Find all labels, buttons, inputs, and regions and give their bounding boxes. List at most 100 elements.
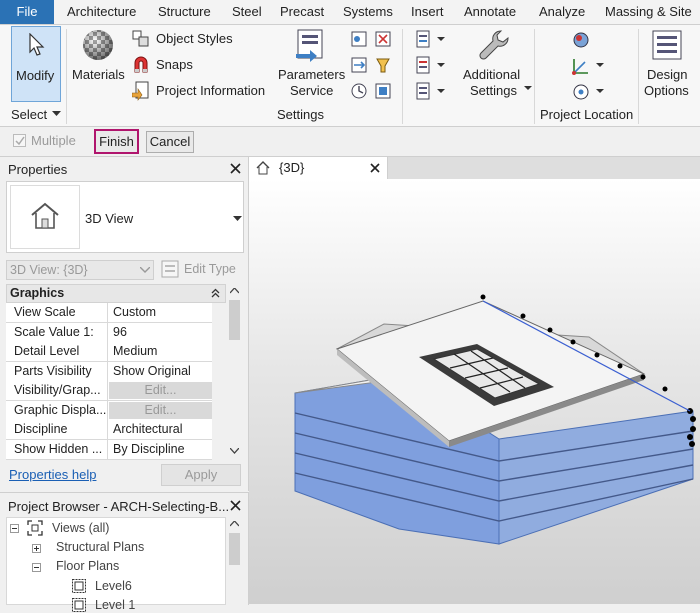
magnet-icon: [134, 56, 148, 73]
options-bar: Multiple Finish Cancel: [0, 127, 700, 157]
parameters-service-label-2: Service: [290, 83, 334, 98]
view-tab-3d[interactable]: {3D}: [249, 157, 388, 179]
panel-schedule-icon[interactable]: [414, 56, 432, 74]
transfer-standards-icon[interactable]: [350, 56, 368, 74]
tab-analyze[interactable]: Analyze: [539, 0, 585, 24]
property-row-visibility-graphics[interactable]: Visibility/Grap... Edit...: [6, 381, 212, 401]
tree-item-level6[interactable]: Level6: [95, 579, 132, 593]
chevron-down-icon[interactable]: [437, 63, 445, 68]
3d-model-canvas[interactable]: [249, 179, 700, 604]
location-icon[interactable]: [571, 30, 591, 50]
instance-selector[interactable]: 3D View: {3D}: [6, 260, 154, 280]
close-icon[interactable]: [230, 500, 241, 511]
design-options-icon: [652, 30, 682, 60]
object-styles-icon: [132, 30, 149, 47]
tab-massing-site[interactable]: Massing & Site: [605, 0, 692, 24]
tree-item-level-1[interactable]: Level 1: [95, 598, 135, 612]
tab-structure[interactable]: Structure: [158, 0, 211, 24]
ribbon-tab-bar: File Architecture Structure Steel Precas…: [0, 0, 700, 25]
parameters-service-button[interactable]: Parameters Service: [276, 26, 345, 102]
collapse-box-icon[interactable]: [32, 563, 41, 572]
property-row-graphic-display[interactable]: Graphic Displa... Edit...: [6, 401, 212, 421]
property-name: Scale Value 1:: [6, 323, 108, 342]
tab-insert[interactable]: Insert: [411, 0, 444, 24]
collapse-box-icon[interactable]: [10, 524, 19, 533]
type-selector[interactable]: 3D View: [6, 181, 244, 253]
finish-button[interactable]: Finish: [94, 129, 139, 154]
3d-viewport[interactable]: [249, 179, 700, 604]
property-row-show-hidden[interactable]: Show Hidden ... By Discipline: [6, 440, 212, 460]
project-parameters-icon[interactable]: [414, 30, 432, 48]
edit-type-button[interactable]: Edit Type: [184, 262, 236, 276]
tree-item-floor-plans[interactable]: Floor Plans: [56, 559, 119, 573]
graphics-group-header[interactable]: Graphics: [6, 284, 226, 303]
parameters-service-icon: [296, 29, 323, 62]
close-icon[interactable]: [230, 163, 241, 174]
visibility-graphics-edit-button[interactable]: Edit...: [109, 382, 212, 399]
divider: [402, 29, 403, 124]
property-name: Show Hidden ...: [6, 440, 108, 459]
property-row-view-scale[interactable]: View Scale Custom: [6, 303, 212, 323]
scroll-up-icon: [230, 521, 239, 527]
properties-panel: Properties 3D View 3D View: {3D} Edit Ty…: [0, 157, 249, 491]
properties-scrollbar[interactable]: [227, 284, 242, 459]
tab-architecture[interactable]: Architecture: [67, 0, 136, 24]
close-icon[interactable]: [370, 163, 380, 173]
project-information-label: Project Information: [156, 83, 266, 98]
snaps-button[interactable]: Snaps: [132, 55, 272, 75]
object-styles-button[interactable]: Object Styles: [132, 29, 272, 49]
purge-unused-icon[interactable]: [374, 56, 392, 74]
additional-settings-button[interactable]: Additional Settings: [460, 26, 532, 102]
materials-button[interactable]: Materials: [70, 26, 126, 102]
property-name: Visibility/Grap...: [6, 381, 108, 400]
chevron-down-icon[interactable]: [596, 63, 604, 68]
shared-parameters-icon[interactable]: [350, 30, 368, 48]
select-dropdown[interactable]: Select: [11, 107, 47, 122]
cancel-button[interactable]: Cancel: [146, 131, 194, 153]
project-information-button[interactable]: Project Information: [132, 81, 274, 101]
position-icon[interactable]: [571, 82, 591, 102]
multiple-label: Multiple: [31, 133, 76, 148]
divider: [638, 29, 639, 124]
scrollbar-thumb[interactable]: [229, 300, 240, 340]
design-options-label-1: Design: [647, 67, 688, 82]
property-row-scale-value[interactable]: Scale Value 1: 96: [6, 323, 212, 343]
modify-button[interactable]: Modify: [11, 26, 61, 102]
tab-steel[interactable]: Steel: [232, 0, 262, 24]
global-parameters-icon[interactable]: [374, 30, 392, 48]
multiple-checkbox[interactable]: [13, 134, 26, 147]
chevron-down-icon: [233, 216, 242, 221]
tree-item-structural-plans[interactable]: Structural Plans: [56, 540, 144, 554]
object-styles-label: Object Styles: [156, 31, 233, 46]
project-browser-tree: Views (all) Structural Plans Floor Plans…: [6, 517, 226, 612]
property-row-discipline[interactable]: Discipline Architectural: [6, 420, 212, 440]
snaps-label: Snaps: [156, 57, 193, 72]
wrench-icon: [479, 30, 509, 60]
structural-settings-icon[interactable]: [374, 82, 392, 100]
property-value: 96: [113, 325, 127, 339]
chevron-down-icon[interactable]: [437, 37, 445, 42]
view-tab-strip: {3D}: [249, 157, 700, 179]
properties-help-link[interactable]: Properties help: [9, 467, 96, 482]
graphic-display-edit-button[interactable]: Edit...: [109, 402, 212, 419]
tab-file[interactable]: File: [0, 0, 54, 24]
scroll-down-icon: [230, 448, 239, 454]
tab-annotate[interactable]: Annotate: [464, 0, 516, 24]
chevron-down-icon[interactable]: [596, 89, 604, 94]
type-name: 3D View: [85, 211, 134, 226]
design-options-button[interactable]: Design Options: [642, 26, 700, 102]
property-row-detail-level[interactable]: Detail Level Medium: [6, 342, 212, 362]
chevron-down-icon[interactable]: [437, 89, 445, 94]
edit-type-icon: [161, 260, 179, 278]
expand-box-icon[interactable]: [32, 544, 41, 553]
apply-button[interactable]: Apply: [161, 464, 241, 486]
tab-precast[interactable]: Precast: [280, 0, 324, 24]
scrollbar-thumb[interactable]: [229, 533, 240, 565]
coordinates-icon[interactable]: [571, 56, 591, 76]
tab-systems[interactable]: Systems: [343, 0, 393, 24]
project-browser-scrollbar[interactable]: [227, 517, 242, 605]
browser-organization-icon[interactable]: [414, 82, 432, 100]
project-units-icon[interactable]: [350, 82, 368, 100]
property-row-parts-visibility[interactable]: Parts Visibility Show Original: [6, 362, 212, 382]
tree-item-views-all[interactable]: Views (all): [52, 521, 109, 535]
